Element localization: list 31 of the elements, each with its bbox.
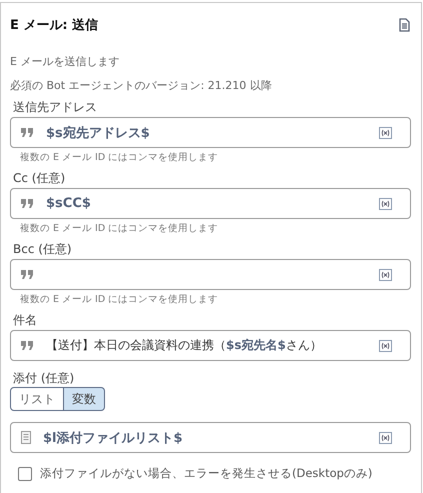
field-hint: 複数の E メール ID にはコンマを使用します xyxy=(20,293,220,306)
variable-icon[interactable] xyxy=(379,340,392,352)
checkbox[interactable] xyxy=(18,466,32,480)
input-field[interactable]: $s宛先アドレス$ xyxy=(10,117,411,148)
input-field[interactable]: $l添付ファイルリスト$ xyxy=(10,422,411,453)
quote-icon xyxy=(21,199,34,208)
variable-icon[interactable] xyxy=(379,268,392,280)
document-icon[interactable] xyxy=(399,18,410,32)
variable-icon[interactable] xyxy=(379,198,392,210)
field-hint: 複数の E メール ID にはコンマを使用します xyxy=(20,222,220,235)
quote-icon xyxy=(21,270,34,279)
input-field[interactable]: $sCC$ xyxy=(10,188,411,219)
description-text: E メールを送信します xyxy=(10,55,120,69)
list-icon xyxy=(21,431,31,444)
input-field[interactable] xyxy=(10,259,411,290)
quote-icon xyxy=(21,128,34,137)
toggle-option[interactable]: 変数 xyxy=(64,387,105,411)
checkbox-label: 添付ファイルがない場合、エラーを発生させる(Desktopのみ) xyxy=(40,466,372,481)
field-label: 件名 xyxy=(13,313,38,328)
field-label: Bcc (任意) xyxy=(13,242,73,257)
field-label: Cc (任意) xyxy=(13,171,66,186)
variable-icon[interactable] xyxy=(379,432,392,444)
input-field[interactable]: 【送付】本日の会議資料の連携（$s宛先名$さん） xyxy=(10,330,411,361)
field-label: 添付 (任意) xyxy=(13,371,76,386)
variable-icon[interactable] xyxy=(379,126,392,138)
field-hint: 複数の E メール ID にはコンマを使用します xyxy=(20,151,220,164)
requirement-text: 必須の Bot エージェントのバージョン: 21.210 以降 xyxy=(10,79,273,93)
panel-title: E メール: 送信 xyxy=(10,17,98,34)
field-label: 送信先アドレス xyxy=(13,100,98,115)
toggle-option[interactable]: リスト xyxy=(10,387,64,411)
quote-icon xyxy=(21,341,34,350)
